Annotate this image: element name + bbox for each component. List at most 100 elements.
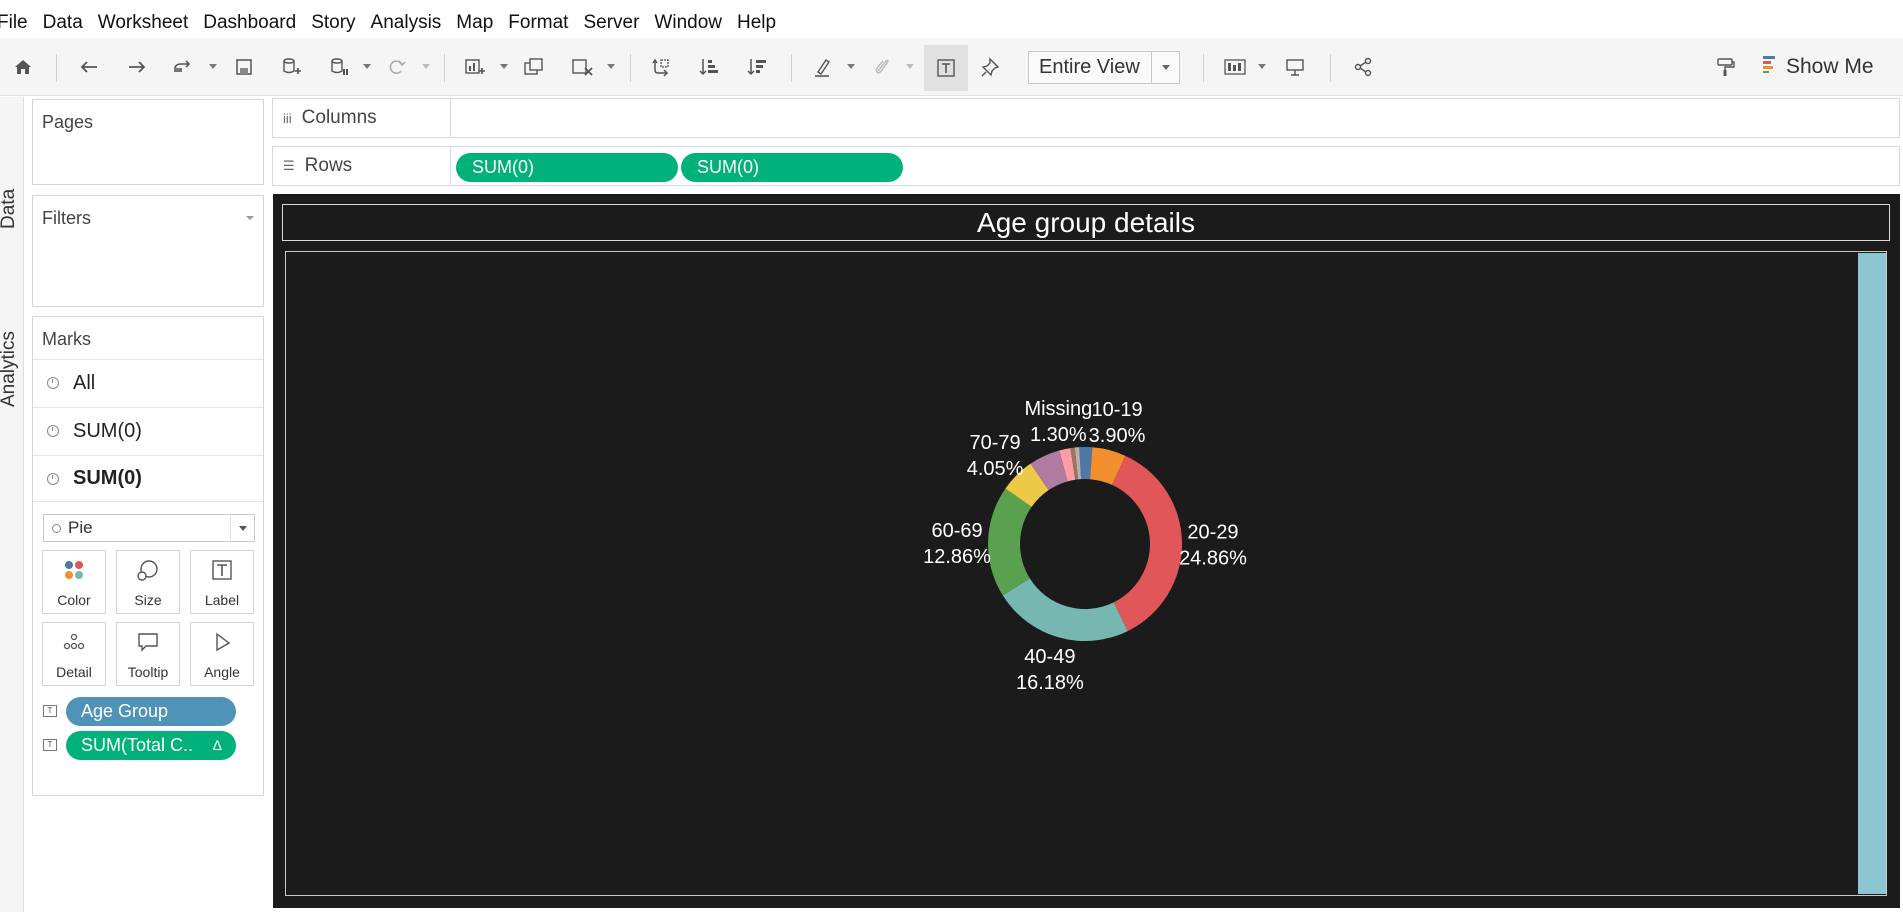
- menu-file[interactable]: File: [0, 12, 28, 34]
- menu-map[interactable]: Map: [456, 12, 493, 34]
- color-button[interactable]: Color: [42, 550, 106, 614]
- replay-icon[interactable]: [170, 52, 196, 82]
- toolbar-separator: [791, 54, 792, 82]
- tooltip-icon: [117, 631, 179, 653]
- format-painter-icon[interactable]: [1712, 52, 1738, 82]
- rows-pill-label: SUM(0): [472, 157, 534, 177]
- angle-button[interactable]: Angle: [190, 622, 254, 686]
- new-sheet-dropdown-icon[interactable]: [500, 64, 508, 69]
- clear-dropdown-icon[interactable]: [607, 64, 615, 69]
- age-group-pill[interactable]: Age Group: [66, 696, 236, 726]
- color-label: Color: [57, 592, 91, 608]
- presentation-mode-icon[interactable]: [1282, 52, 1308, 82]
- share-icon[interactable]: [1350, 52, 1376, 82]
- menu-analysis[interactable]: Analysis: [371, 12, 442, 34]
- analytics-tab[interactable]: Analytics: [0, 331, 20, 407]
- pie-mark-icon: [47, 377, 59, 389]
- pill-label: SUM(Total C..: [81, 734, 194, 755]
- detail-label: Detail: [56, 664, 92, 680]
- toolbar-separator: [56, 54, 57, 82]
- save-icon[interactable]: [231, 52, 257, 82]
- highlight-icon[interactable]: [810, 52, 836, 82]
- refresh-icon[interactable]: [383, 52, 409, 82]
- angle-icon: [191, 631, 253, 653]
- label-button[interactable]: Label: [190, 550, 254, 614]
- duplicate-sheet-icon[interactable]: [521, 52, 547, 82]
- donut-chart: 10-19 3.90% 20-29 24.86% 40-49 16.18% 60-69 12.…: [923, 398, 1247, 694]
- columns-shelf-label: iii Columns: [273, 99, 451, 137]
- donut-slice-40-49[interactable]: [1002, 578, 1128, 642]
- columns-icon: iii: [283, 110, 292, 126]
- marks-card-all[interactable]: All: [33, 359, 263, 406]
- data-tab[interactable]: Data: [0, 189, 20, 229]
- menu-story[interactable]: Story: [311, 12, 355, 34]
- clear-sheet-icon[interactable]: [569, 52, 595, 82]
- marks-card-sum-1[interactable]: SUM(0): [33, 407, 263, 454]
- show-me-icon: [1762, 55, 1778, 79]
- filters-title: Filters: [42, 208, 91, 228]
- size-icon: [117, 559, 179, 583]
- mark-type-select[interactable]: Pie: [43, 514, 255, 542]
- show-cards-icon[interactable]: [1222, 52, 1248, 82]
- slice-category-label: 20-29: [1187, 521, 1238, 543]
- filters-panel[interactable]: Filters: [32, 195, 264, 307]
- toolbar-separator: [1203, 54, 1204, 82]
- menu-worksheet[interactable]: Worksheet: [98, 12, 188, 34]
- pause-updates-icon[interactable]: [326, 52, 352, 82]
- menu-help[interactable]: Help: [737, 12, 776, 34]
- refresh-dropdown-icon[interactable]: [422, 64, 430, 69]
- donut-slice-60-69[interactable]: [987, 488, 1032, 596]
- group-dropdown-icon[interactable]: [906, 64, 914, 69]
- new-datasource-icon[interactable]: [278, 52, 304, 82]
- menu-dashboard[interactable]: Dashboard: [203, 12, 296, 34]
- tooltip-button[interactable]: Tooltip: [116, 622, 180, 686]
- toolbar: Entire View Show Me: [0, 38, 1903, 96]
- marks-card-label: All: [73, 371, 96, 394]
- marks-card-sum-2[interactable]: SUM(0): [33, 455, 263, 502]
- menu-format[interactable]: Format: [508, 12, 568, 34]
- rows-pill-sum-1[interactable]: SUM(0): [456, 153, 678, 182]
- age-group-field[interactable]: T Age Group: [43, 696, 236, 726]
- rows-icon: ☰: [283, 158, 295, 173]
- pin-icon[interactable]: [978, 52, 1004, 82]
- highlight-dropdown-icon[interactable]: [847, 64, 855, 69]
- label-icon: [191, 559, 253, 581]
- sum-total-pill[interactable]: SUM(Total C.. Δ: [66, 730, 236, 760]
- redo-icon[interactable]: [124, 52, 150, 82]
- rows-pill-sum-2[interactable]: SUM(0): [681, 153, 903, 182]
- slice-percent-label: 16.18%: [1016, 672, 1084, 694]
- marks-panel: Marks All SUM(0) SUM(0) Pie Color Size L…: [32, 316, 264, 796]
- fit-view-select[interactable]: Entire View: [1028, 51, 1180, 84]
- home-icon[interactable]: [10, 52, 36, 82]
- size-button[interactable]: Size: [116, 550, 180, 614]
- swap-icon[interactable]: [648, 52, 674, 82]
- menu-server[interactable]: Server: [583, 12, 639, 34]
- slice-category-label: 60-69: [931, 520, 982, 542]
- sort-descending-icon[interactable]: [744, 52, 770, 82]
- replay-dropdown-icon[interactable]: [209, 64, 217, 69]
- columns-shelf[interactable]: iii Columns: [272, 98, 1900, 138]
- marks-title: Marks: [42, 329, 91, 349]
- show-me-label: Show Me: [1786, 55, 1874, 78]
- show-me-button[interactable]: Show Me: [1762, 51, 1874, 83]
- chevron-down-icon[interactable]: [230, 515, 254, 541]
- menu-data[interactable]: Data: [43, 12, 83, 34]
- new-worksheet-icon[interactable]: [462, 52, 488, 82]
- menu-window[interactable]: Window: [654, 12, 722, 34]
- rows-shelf[interactable]: ☰ Rows SUM(0) SUM(0): [272, 146, 1900, 186]
- group-members-icon[interactable]: [869, 52, 895, 82]
- pause-dropdown-icon[interactable]: [363, 64, 371, 69]
- filters-menu-icon[interactable]: [246, 216, 254, 220]
- show-mark-labels-icon[interactable]: [924, 45, 968, 91]
- detail-button[interactable]: Detail: [42, 622, 106, 686]
- donut-slice-20-29[interactable]: [1112, 455, 1182, 632]
- rows-pill-label: SUM(0): [697, 157, 759, 177]
- sort-ascending-icon[interactable]: [696, 52, 722, 82]
- sum-total-field[interactable]: T SUM(Total C.. Δ: [43, 730, 236, 760]
- pages-panel[interactable]: Pages: [32, 99, 264, 185]
- pie-mark-icon: [47, 472, 59, 485]
- undo-icon[interactable]: [76, 52, 102, 82]
- chevron-down-icon[interactable]: [1151, 52, 1179, 83]
- cards-dropdown-icon[interactable]: [1258, 64, 1266, 69]
- slice-percent-label: 24.86%: [1179, 547, 1247, 569]
